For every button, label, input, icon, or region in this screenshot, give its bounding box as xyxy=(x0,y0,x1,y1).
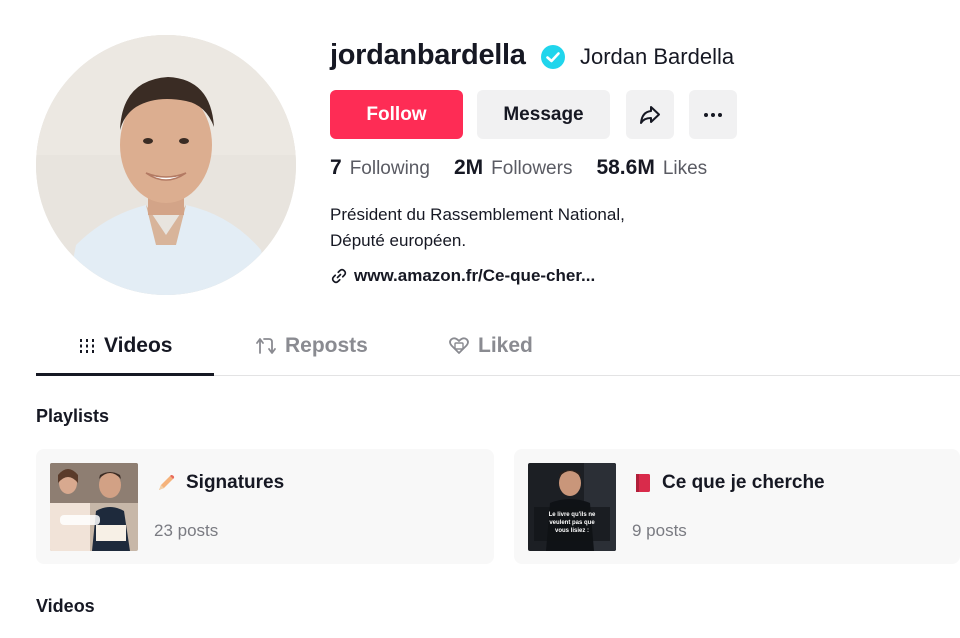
book-icon xyxy=(634,473,652,493)
grid-icon xyxy=(80,339,94,353)
playlist-title-text: Ce que je cherche xyxy=(662,472,825,493)
bio-line-1: Président du Rassemblement National, xyxy=(330,205,625,224)
repost-icon xyxy=(256,338,276,354)
tab-reposts-label: Reposts xyxy=(285,334,368,357)
avatar-image xyxy=(36,35,296,295)
playlist-post-count: 9 posts xyxy=(632,521,687,540)
playlist-title: Signatures xyxy=(156,472,284,494)
share-button[interactable] xyxy=(626,90,674,139)
playlist-card-ce-que-je-cherche[interactable]: Le livre qu'ils ne veulent pas que vous … xyxy=(514,449,960,564)
videos-heading: Videos xyxy=(36,596,95,616)
tab-videos-label: Videos xyxy=(104,334,173,357)
profile-username: jordanbardella xyxy=(330,39,526,71)
profile-tabs: Videos Reposts Liked xyxy=(36,330,960,376)
playlists-heading: Playlists xyxy=(36,406,110,426)
svg-text:veulent pas que: veulent pas que xyxy=(549,520,595,526)
more-button[interactable] xyxy=(689,90,737,139)
profile-stats: 7 Following 2M Followers 58.6M Likes xyxy=(330,156,731,180)
playlist-title-text: Signatures xyxy=(186,472,285,493)
followers-stat[interactable]: 2M Followers xyxy=(454,156,573,180)
pencil-icon xyxy=(156,473,176,493)
bio-link-text: www.amazon.fr/Ce-que-cher... xyxy=(354,266,596,285)
tab-liked-label: Liked xyxy=(478,334,533,357)
playlist-card-signatures[interactable]: Signatures 23 posts xyxy=(36,449,494,564)
followers-label: Followers xyxy=(491,158,573,179)
likes-label: Likes xyxy=(662,158,708,179)
tab-reposts[interactable]: Reposts xyxy=(255,334,368,358)
tab-videos[interactable]: Videos xyxy=(78,334,172,358)
link-icon xyxy=(331,268,347,284)
playlist-title: Ce que je cherche xyxy=(634,472,825,494)
playlist-post-count: 23 posts xyxy=(154,521,219,540)
svg-text:Le livre qu'ils ne: Le livre qu'ils ne xyxy=(549,512,596,518)
profile-avatar[interactable] xyxy=(36,35,296,295)
likes-stat: 58.6M Likes xyxy=(596,156,707,180)
message-button[interactable]: Message xyxy=(477,90,610,139)
follow-button[interactable]: Follow xyxy=(330,90,463,139)
active-tab-indicator xyxy=(36,373,214,376)
following-count: 7 xyxy=(330,156,342,179)
bio-line-2: Député européen. xyxy=(330,231,467,250)
playlist-thumbnail xyxy=(50,463,138,551)
more-dots-icon xyxy=(704,112,722,117)
svg-text:vous lisiez :: vous lisiez : xyxy=(555,528,589,534)
profile-bio: Président du Rassemblement National, Dép… xyxy=(330,202,625,254)
followers-count: 2M xyxy=(453,156,484,179)
likes-count: 58.6M xyxy=(596,156,655,179)
profile-display-name: Jordan Bardella xyxy=(580,44,735,69)
tab-liked[interactable]: Liked xyxy=(448,334,533,358)
verified-badge-icon xyxy=(541,45,565,69)
following-stat[interactable]: 7 Following xyxy=(330,156,430,180)
following-label: Following xyxy=(349,158,430,179)
bio-link[interactable]: www.amazon.fr/Ce-que-cher... xyxy=(330,266,595,286)
share-arrow-icon xyxy=(640,105,660,124)
liked-heart-icon xyxy=(449,337,469,354)
playlist-thumbnail: Le livre qu'ils ne veulent pas que vous … xyxy=(528,463,616,551)
